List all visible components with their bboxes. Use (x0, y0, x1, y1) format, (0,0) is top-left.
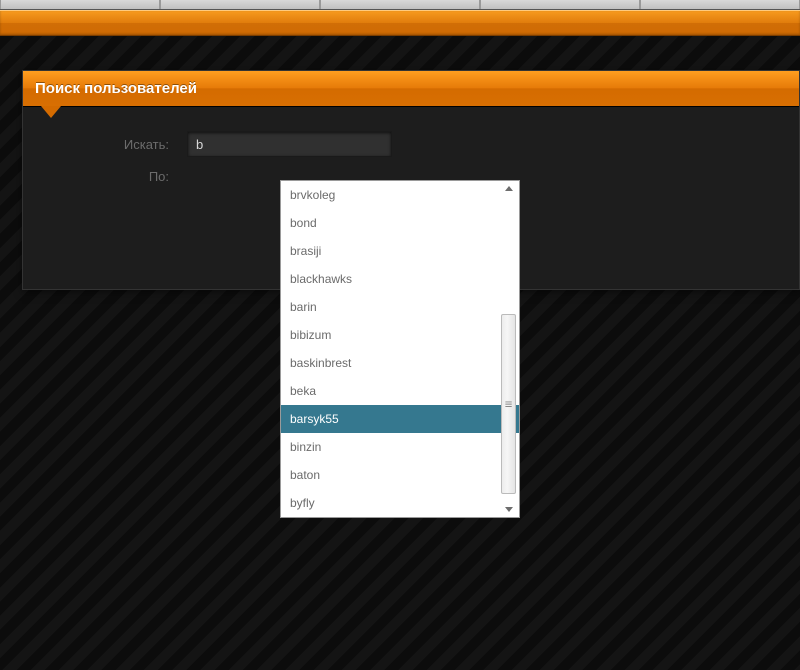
autocomplete-list: brvkolegbondbrasijiblackhawksbarinbibizu… (281, 181, 519, 517)
autocomplete-item[interactable]: beka (281, 377, 519, 405)
tab-cell[interactable] (160, 0, 320, 9)
panel-title-bar: Поиск пользователей (23, 71, 799, 107)
autocomplete-item[interactable]: barin (281, 293, 519, 321)
autocomplete-item[interactable]: bond (281, 209, 519, 237)
autocomplete-item[interactable]: binzin (281, 433, 519, 461)
autocomplete-item[interactable]: blackhawks (281, 265, 519, 293)
autocomplete-item[interactable]: brvkoleg (281, 181, 519, 209)
form-row-search: Искать: (59, 131, 763, 157)
autocomplete-item[interactable]: bibizum (281, 321, 519, 349)
label-by: По: (59, 169, 169, 184)
tab-cell[interactable] (480, 0, 640, 9)
header-orange-band (0, 10, 800, 36)
scroll-down-icon[interactable] (505, 507, 513, 512)
autocomplete-item[interactable]: brasiji (281, 237, 519, 265)
autocomplete-item[interactable]: byfly (281, 489, 519, 517)
tab-cell[interactable] (320, 0, 480, 9)
label-search: Искать: (59, 137, 169, 152)
panel-title: Поиск пользователей (35, 80, 197, 97)
autocomplete-dropdown: brvkolegbondbrasijiblackhawksbarinbibizu… (280, 180, 520, 518)
autocomplete-item[interactable]: baskinbrest (281, 349, 519, 377)
search-input[interactable] (187, 131, 392, 157)
scroll-up-icon[interactable] (505, 186, 513, 191)
autocomplete-scrollbar[interactable] (500, 183, 517, 515)
tab-cell[interactable] (0, 0, 160, 9)
autocomplete-item[interactable]: barsyk55 (281, 405, 519, 433)
scroll-thumb[interactable] (501, 314, 516, 494)
autocomplete-item[interactable]: baton (281, 461, 519, 489)
top-tab-bar (0, 0, 800, 10)
tab-cell[interactable] (640, 0, 800, 9)
